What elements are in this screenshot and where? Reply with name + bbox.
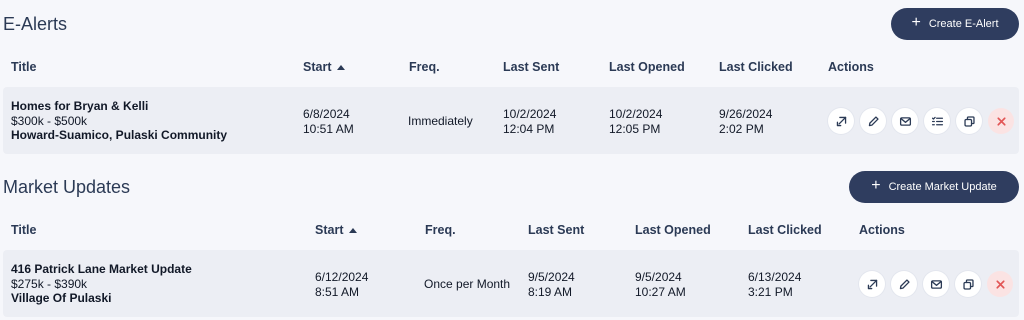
share-button[interactable] bbox=[859, 271, 885, 297]
clicked-time: 3:21 PM bbox=[748, 284, 793, 299]
clicked-date: 6/13/2024 bbox=[748, 270, 802, 284]
checklist-icon bbox=[931, 116, 943, 125]
close-icon bbox=[996, 116, 1006, 126]
freq-value: Once per Month bbox=[424, 277, 511, 291]
plus-icon: + bbox=[911, 14, 921, 31]
row-actions bbox=[828, 108, 1014, 134]
col-freq[interactable]: Freq. bbox=[425, 223, 456, 237]
envelope-icon bbox=[930, 279, 942, 289]
sort-ascending-icon bbox=[349, 227, 358, 233]
col-last-sent[interactable]: Last Sent bbox=[528, 223, 584, 237]
delete-button[interactable] bbox=[988, 108, 1014, 134]
row-area: Howard-Suamico, Pulaski Community bbox=[11, 128, 228, 142]
envelope-icon bbox=[899, 116, 911, 126]
pencil-icon bbox=[868, 115, 879, 126]
edit-button[interactable] bbox=[860, 108, 886, 134]
row-price: $275k - $390k bbox=[11, 276, 88, 291]
col-freq[interactable]: Freq. bbox=[409, 60, 440, 74]
opened-date: 10/2/2024 bbox=[609, 107, 663, 121]
sort-ascending-icon bbox=[337, 64, 346, 70]
start-date: 6/8/2024 bbox=[303, 107, 350, 121]
share-arrow-icon bbox=[867, 279, 877, 289]
col-actions: Actions bbox=[859, 223, 905, 237]
share-button[interactable] bbox=[828, 108, 854, 134]
email-button[interactable] bbox=[892, 108, 918, 134]
row-title[interactable]: Homes for Bryan & Kelli bbox=[11, 99, 227, 114]
start-date: 6/12/2024 bbox=[315, 270, 369, 284]
start-time: 8:51 AM bbox=[315, 284, 360, 299]
create-ealert-button[interactable]: + Create E-Alert bbox=[891, 8, 1019, 40]
row-area: Village Of Pulaski bbox=[11, 291, 112, 305]
sent-time: 12:04 PM bbox=[503, 121, 555, 136]
col-last-opened[interactable]: Last Opened bbox=[609, 60, 685, 74]
market-section-title: Market Updates bbox=[3, 177, 131, 197]
opened-date: 9/5/2024 bbox=[635, 270, 682, 284]
col-title[interactable]: Title bbox=[11, 223, 36, 237]
col-last-opened[interactable]: Last Opened bbox=[635, 223, 711, 237]
col-last-clicked[interactable]: Last Clicked bbox=[719, 60, 793, 74]
duplicate-button[interactable] bbox=[955, 271, 981, 297]
create-market-update-label: Create Market Update bbox=[888, 181, 997, 193]
opened-time: 12:05 PM bbox=[609, 121, 661, 136]
col-last-clicked[interactable]: Last Clicked bbox=[748, 223, 822, 237]
create-market-update-button[interactable]: + Create Market Update bbox=[849, 171, 1019, 203]
clicked-time: 2:02 PM bbox=[719, 121, 764, 136]
checklist-button[interactable] bbox=[924, 108, 950, 134]
ealerts-section-title: E-Alerts bbox=[3, 14, 68, 34]
pencil-icon bbox=[899, 278, 910, 289]
row-actions bbox=[859, 271, 1013, 297]
market-table-header: Title Start Freq. Last Sent Last Opened … bbox=[0, 223, 1024, 243]
col-last-sent[interactable]: Last Sent bbox=[503, 60, 559, 74]
delete-button[interactable] bbox=[987, 271, 1013, 297]
row-price: $300k - $500k bbox=[11, 113, 88, 128]
market-update-row[interactable]: 416 Patrick Lane Market Update $275k - $… bbox=[3, 250, 1019, 317]
email-button[interactable] bbox=[923, 271, 949, 297]
sent-date: 10/2/2024 bbox=[503, 107, 557, 121]
sent-time: 8:19 AM bbox=[528, 284, 573, 299]
share-arrow-icon bbox=[836, 116, 846, 126]
start-time: 10:51 AM bbox=[303, 121, 354, 136]
col-title[interactable]: Title bbox=[11, 60, 36, 74]
col-actions: Actions bbox=[828, 60, 874, 74]
copy-icon bbox=[962, 278, 974, 290]
ealert-row[interactable]: Homes for Bryan & Kelli $300k - $500k Ho… bbox=[3, 87, 1019, 154]
ealerts-table-header: Title Start Freq. Last Sent Last Opened … bbox=[0, 60, 1024, 80]
clicked-date: 9/26/2024 bbox=[719, 107, 773, 121]
plus-icon: + bbox=[871, 177, 881, 194]
col-start[interactable]: Start bbox=[315, 223, 358, 237]
col-start[interactable]: Start bbox=[303, 60, 346, 74]
freq-value: Immediately bbox=[408, 114, 473, 128]
opened-time: 10:27 AM bbox=[635, 284, 686, 299]
copy-icon bbox=[963, 115, 975, 127]
edit-button[interactable] bbox=[891, 271, 917, 297]
row-title[interactable]: 416 Patrick Lane Market Update bbox=[11, 262, 192, 277]
close-icon bbox=[995, 279, 1005, 289]
duplicate-button[interactable] bbox=[956, 108, 982, 134]
sent-date: 9/5/2024 bbox=[528, 270, 575, 284]
create-ealert-label: Create E-Alert bbox=[928, 18, 999, 30]
